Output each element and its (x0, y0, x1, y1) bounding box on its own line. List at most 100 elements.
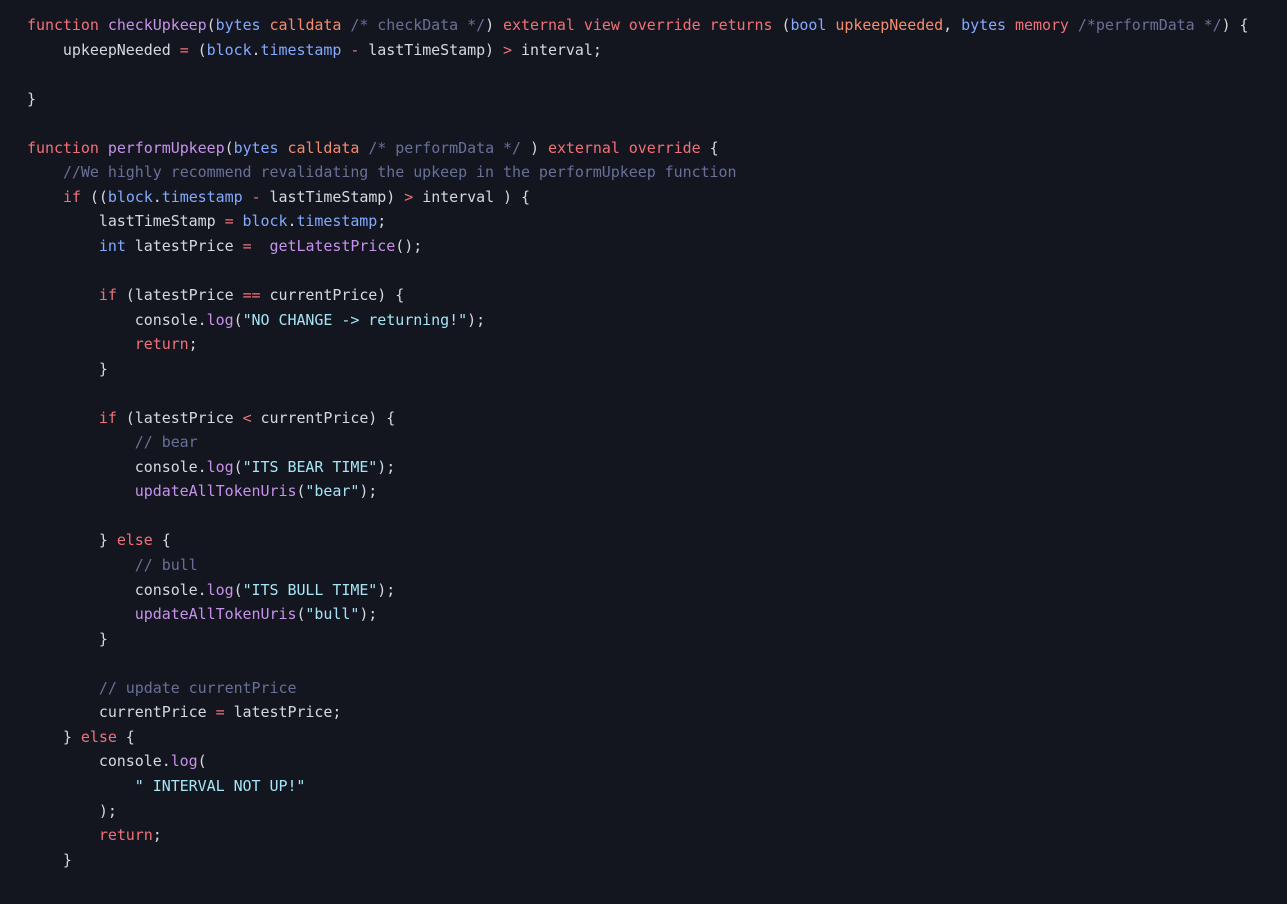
code-token-kw: if (98, 286, 117, 305)
code-token-punct: } (27, 531, 117, 550)
code-token-plain: lastTimeStamp (27, 212, 225, 231)
code-line: " INTERVAL NOT UP!" (0, 774, 1287, 799)
code-token-punct: ) { (1221, 16, 1249, 34)
code-token-plain: currentPrice) { (251, 408, 396, 427)
code-line: console.log("NO CHANGE -> returning!"); (0, 308, 1287, 333)
code-line: ); (0, 799, 1287, 824)
code-line: return; (0, 332, 1287, 357)
code-line: upkeepNeeded = (block.timestamp - lastTi… (0, 38, 1287, 63)
code-token-op: < (242, 408, 252, 427)
code-token-plain: (latestPrice (116, 286, 243, 305)
code-token-type: block (206, 40, 252, 59)
code-token-punct: ( (233, 310, 243, 329)
code-token-op: = (242, 236, 252, 255)
code-token-plain: latestPrice (125, 236, 243, 255)
code-token-punct: } (27, 629, 108, 648)
code-token-punct: ); (27, 801, 117, 820)
code-line: } (0, 848, 1287, 873)
code-token-param: calldata (269, 16, 342, 34)
code-token-punct: . (251, 40, 261, 59)
code-token-kw: function (27, 16, 99, 34)
code-token-punct: ( (224, 138, 234, 157)
code-token-punct: (( (80, 187, 108, 206)
code-token-kw: function (27, 138, 99, 157)
code-line: if (latestPrice < currentPrice) { (0, 406, 1287, 431)
code-line: console.log("ITS BEAR TIME"); (0, 455, 1287, 480)
code-token-plain: console (27, 580, 198, 599)
code-token-type: bytes (215, 16, 261, 34)
code-token-punct: } (27, 850, 72, 869)
code-token-punct: { (152, 531, 171, 550)
code-token-op: = (224, 212, 234, 231)
code-token-type: block (242, 212, 288, 231)
code-token-plain: currentPrice) { (260, 286, 405, 305)
code-token-plain: console (27, 310, 198, 329)
code-token-comment: // bear (134, 433, 198, 452)
code-line: updateAllTokenUris("bear"); (0, 479, 1287, 504)
code-token-punct: . (161, 752, 171, 771)
code-line: // bull (0, 553, 1287, 578)
code-token-punct: . (152, 187, 162, 206)
code-token-kw: return (134, 335, 189, 354)
code-token-param: upkeepNeeded (835, 16, 944, 34)
code-line: } else { (0, 725, 1287, 750)
code-line: console.log( (0, 749, 1287, 774)
code-token-fn: log (206, 457, 234, 476)
code-token-punct: , (943, 16, 962, 34)
code-token-punct: . (197, 580, 207, 599)
code-token-kw: return (98, 826, 153, 845)
code-token-punct: ; (188, 335, 198, 354)
code-line: int latestPrice = getLatestPrice(); (0, 234, 1287, 259)
code-line: updateAllTokenUris("bull"); (0, 602, 1287, 627)
code-token-punct: ( (188, 40, 207, 59)
code-token-punct: ); (359, 605, 378, 624)
code-token-punct: . (197, 310, 207, 329)
code-line: //We highly recommend revalidating the u… (0, 160, 1287, 185)
code-line: } (0, 87, 1287, 112)
code-token-plain: lastTimeStamp) (260, 187, 405, 206)
code-token-plain: (latestPrice (116, 408, 243, 427)
code-editor-pane[interactable]: function checkUpkeep(bytes calldata /* c… (0, 0, 1287, 904)
code-token-punct: ); (377, 457, 396, 476)
code-line: lastTimeStamp = block.timestamp; (0, 209, 1287, 234)
code-token-op: > (404, 187, 414, 206)
code-token-punct: { (116, 727, 135, 746)
code-token-kw: external view override returns (503, 16, 773, 34)
code-token-comment: /* checkData */ (350, 16, 486, 34)
code-token-fn: log (206, 580, 234, 599)
code-token-str: " INTERVAL NOT UP!" (134, 776, 306, 795)
code-token-plain: interval ) { (413, 187, 530, 206)
code-token-str: "bear" (305, 482, 360, 501)
code-token-kw: external override (547, 138, 701, 157)
code-token-punct: ) (485, 16, 495, 34)
code-token-comment: //We highly recommend revalidating the u… (62, 163, 737, 182)
code-token-plain: latestPrice; (224, 703, 342, 722)
code-token-kw: if (62, 187, 81, 206)
code-token-punct: } (27, 89, 36, 108)
code-token-op: - (251, 187, 261, 206)
code-token-fn: log (170, 752, 198, 771)
code-token-prop: timestamp (296, 212, 378, 231)
code-token-prop: timestamp (161, 187, 243, 206)
code-token-type: block (107, 187, 153, 206)
code-token-type: bool (790, 16, 827, 34)
code-line: // bear (0, 430, 1287, 455)
code-token-kw: if (98, 408, 117, 427)
